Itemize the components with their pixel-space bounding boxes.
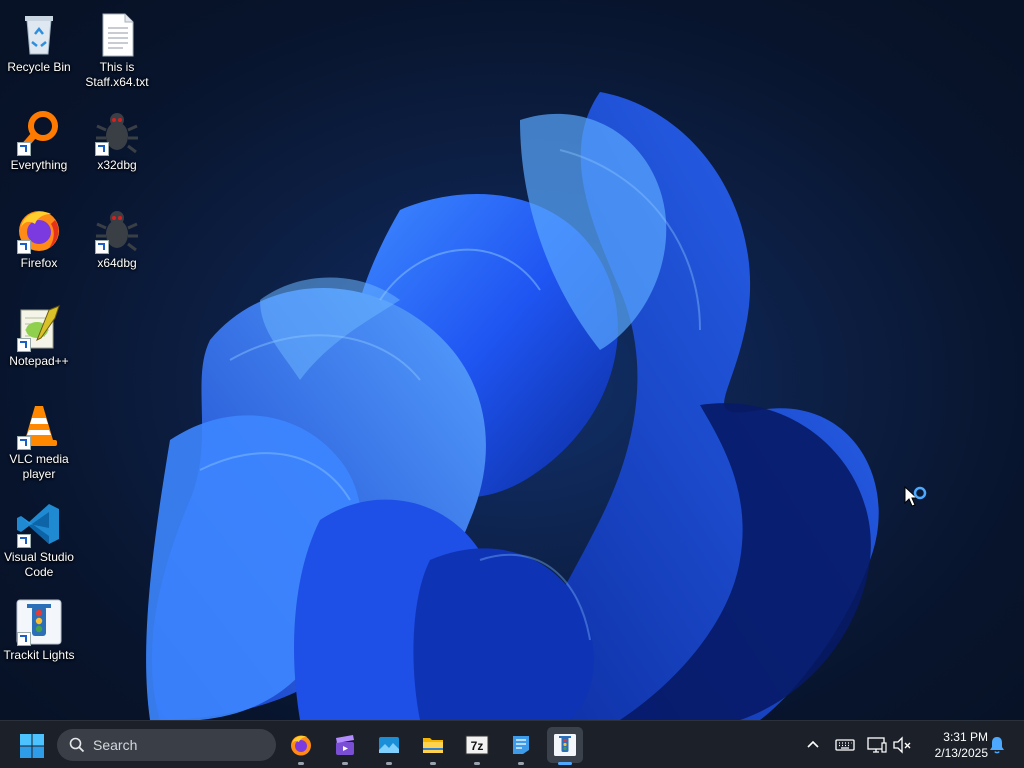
running-indicator xyxy=(342,762,348,765)
desktop-icon-text-file[interactable]: This is Staff.x64.txt xyxy=(78,4,156,90)
desktop-icon-label: Recycle Bin xyxy=(7,60,71,74)
7zip-icon: 7z xyxy=(465,735,489,755)
trackit-lights-icon xyxy=(554,734,576,756)
network-button[interactable] xyxy=(865,733,889,757)
desktop-icon-label: x32dbg xyxy=(97,158,137,172)
taskbar-app-trackit-lights[interactable] xyxy=(547,727,583,765)
desktop-icon-x64dbg[interactable]: x64dbg xyxy=(78,200,156,271)
clock-date: 2/13/2025 xyxy=(934,746,988,760)
firefox-icon xyxy=(291,735,311,756)
taskbar-app-notepad[interactable] xyxy=(503,727,539,765)
desktop-icon-vscode[interactable]: Visual Studio Code xyxy=(0,494,78,580)
svg-text:7z: 7z xyxy=(471,739,484,753)
desktop-icon-label: Notepad++ xyxy=(9,354,69,368)
recycle-bin-icon xyxy=(15,10,63,58)
folder-icon xyxy=(423,738,443,753)
shortcut-arrow-icon xyxy=(17,632,31,646)
windows-logo-icon xyxy=(20,734,44,758)
desktop-icon-label: x64dbg xyxy=(97,256,137,270)
running-indicator xyxy=(474,762,480,765)
shortcut-arrow-icon xyxy=(17,436,31,450)
taskbar-search-box[interactable]: Search xyxy=(57,729,276,761)
busy-cursor-icon xyxy=(904,485,930,512)
x64dbg-bug-icon xyxy=(93,206,141,254)
desktop-icon-label: Visual Studio Code xyxy=(4,550,74,579)
vlc-cone-icon xyxy=(15,402,63,450)
trackit-lights-icon xyxy=(15,598,63,646)
clock-time: 3:31 PM xyxy=(943,730,988,744)
running-indicator xyxy=(386,762,392,765)
photos-icon xyxy=(379,737,399,753)
desktop-icon-label: Firefox xyxy=(20,256,58,270)
x32dbg-bug-icon xyxy=(93,108,141,156)
desktop-icon-label: This is Staff.x64.txt xyxy=(85,60,149,89)
chevron-up-icon xyxy=(807,740,819,748)
start-button[interactable] xyxy=(18,732,46,760)
desktop-icon-label: Everything xyxy=(10,158,68,172)
shortcut-arrow-icon xyxy=(95,142,109,156)
taskbar-app-firefox[interactable] xyxy=(283,727,319,765)
show-hidden-icons-button[interactable] xyxy=(801,733,825,757)
bell-icon xyxy=(990,737,1004,754)
vscode-icon xyxy=(15,500,63,548)
desktop-icon-notepad-plus-plus[interactable]: Notepad++ xyxy=(0,298,78,369)
notepad-icon xyxy=(513,736,529,754)
desktop-icon-label: VLC media player xyxy=(9,452,69,481)
taskbar: Search 7z 3:31 PM 2/13/2025 xyxy=(0,720,1024,768)
running-indicator xyxy=(430,762,436,765)
shortcut-arrow-icon xyxy=(95,240,109,254)
taskbar-app-photos[interactable] xyxy=(371,727,407,765)
running-indicator xyxy=(298,762,304,765)
desktop-icon-firefox[interactable]: Firefox xyxy=(0,200,78,271)
desktop-icon-recycle-bin[interactable]: Recycle Bin xyxy=(0,4,78,75)
everything-search-icon xyxy=(15,108,63,156)
desktop-icon-label: Trackit Lights xyxy=(3,648,75,662)
notifications-button[interactable] xyxy=(985,733,1009,757)
shortcut-arrow-icon xyxy=(17,338,31,352)
taskbar-app-media[interactable] xyxy=(327,727,363,765)
firefox-icon xyxy=(15,206,63,254)
search-placeholder: Search xyxy=(93,737,138,753)
clock-button[interactable]: 3:31 PM 2/13/2025 xyxy=(918,729,988,761)
taskbar-app-7zip[interactable]: 7z xyxy=(459,727,495,765)
clapperboard-icon xyxy=(336,735,354,755)
desktop-icon-trackit-lights[interactable]: Trackit Lights xyxy=(0,592,78,663)
running-indicator xyxy=(518,762,524,765)
notepad-plus-plus-icon xyxy=(15,304,63,352)
keyboard-icon xyxy=(835,739,855,751)
active-indicator xyxy=(558,762,572,765)
volume-button[interactable] xyxy=(890,733,914,757)
speaker-muted-icon xyxy=(893,736,911,754)
desktop-icon-x32dbg[interactable]: x32dbg xyxy=(78,102,156,173)
input-indicator-button[interactable] xyxy=(833,733,857,757)
shortcut-arrow-icon xyxy=(17,534,31,548)
desktop-icon-vlc[interactable]: VLC media player xyxy=(0,396,78,482)
shortcut-arrow-icon xyxy=(17,240,31,254)
taskbar-app-file-explorer[interactable] xyxy=(415,727,451,765)
network-monitor-icon xyxy=(867,737,887,753)
shortcut-arrow-icon xyxy=(17,142,31,156)
search-icon xyxy=(69,737,85,753)
text-file-icon xyxy=(93,10,141,58)
desktop-icon-everything[interactable]: Everything xyxy=(0,102,78,173)
